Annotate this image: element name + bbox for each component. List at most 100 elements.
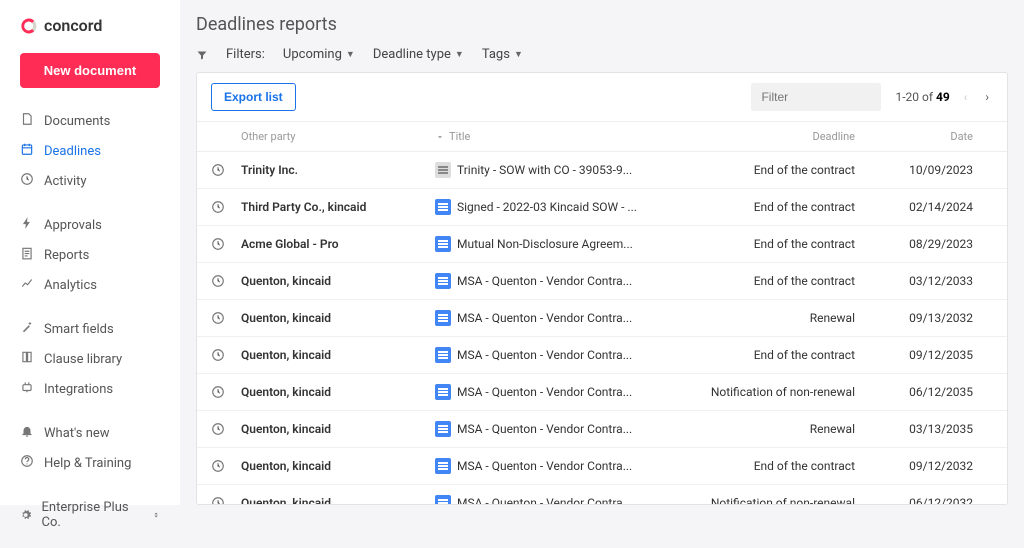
org-switcher[interactable]: Enterprise Plus Co.	[0, 492, 180, 538]
clock-icon	[20, 172, 34, 190]
filter-deadline-type[interactable]: Deadline type▼	[373, 47, 464, 62]
cell-date: 08/29/2023	[875, 237, 993, 251]
cell-deadline: End of the contract	[675, 237, 875, 251]
cell-deadline: End of the contract	[675, 274, 875, 288]
book-icon	[20, 350, 34, 368]
cell-deadline: End of the contract	[675, 200, 875, 214]
sidebar-item-label: What's new	[44, 426, 110, 441]
cell-deadline: End of the contract	[675, 459, 875, 473]
cell-title: Signed - 2022-03 Kincaid SOW - ...	[457, 200, 637, 214]
cell-date: 03/12/2033	[875, 274, 993, 288]
cell-title: Trinity - SOW with CO - 39053-9...	[457, 163, 632, 177]
report-icon	[20, 246, 34, 264]
chevron-down-icon	[435, 132, 445, 142]
filter-upcoming[interactable]: Upcoming▼	[283, 47, 355, 62]
document-icon	[435, 347, 451, 363]
cell-date: 09/12/2032	[875, 459, 993, 473]
cell-deadline: Notification of non-renewal	[675, 385, 875, 399]
cell-title: MSA - Quenton - Vendor Contra...	[457, 422, 632, 436]
cell-date: 06/12/2035	[875, 385, 993, 399]
cell-title: MSA - Quenton - Vendor Contra...	[457, 274, 632, 288]
sidebar-item-reports[interactable]: Reports	[0, 240, 180, 270]
sidebar-item-analytics[interactable]: Analytics	[0, 270, 180, 300]
cell-other-party: Quenton, kincaid	[241, 422, 435, 436]
document-icon	[435, 421, 451, 437]
cell-other-party: Trinity Inc.	[241, 163, 435, 177]
col-date[interactable]: Date	[875, 130, 993, 143]
cell-title: MSA - Quenton - Vendor Contra...	[457, 459, 632, 473]
cell-date: 09/12/2035	[875, 348, 993, 362]
sidebar-item-label: Clause library	[44, 352, 122, 367]
cell-other-party: Acme Global - Pro	[241, 237, 435, 251]
sidebar-item-label: Integrations	[44, 382, 113, 397]
sidebar-item-label: Smart fields	[44, 322, 114, 337]
filter-tags[interactable]: Tags▼	[482, 47, 523, 62]
sidebar-item-documents[interactable]: Documents	[0, 106, 180, 136]
sidebar-item-activity[interactable]: Activity	[0, 166, 180, 196]
filters-label: Filters:	[226, 47, 265, 62]
document-icon	[435, 199, 451, 215]
table-row[interactable]: Quenton, kincaid MSA - Quenton - Vendor …	[197, 374, 1007, 411]
sidebar-item-deadlines[interactable]: Deadlines	[0, 136, 180, 166]
cell-deadline: End of the contract	[675, 348, 875, 362]
chart-icon	[20, 276, 34, 294]
clock-icon	[211, 237, 241, 251]
sidebar-item-integrations[interactable]: Integrations	[0, 374, 180, 404]
sidebar-item-help-training[interactable]: Help & Training	[0, 448, 180, 478]
table-row[interactable]: Quenton, kincaid MSA - Quenton - Vendor …	[197, 411, 1007, 448]
pager-prev: ‹	[960, 88, 972, 106]
pager: 1-20 of 49 ‹ ›	[895, 88, 993, 106]
page-title: Deadlines reports	[196, 14, 1008, 35]
logo: concord	[0, 16, 180, 53]
table-row[interactable]: Quenton, kincaid MSA - Quenton - Vendor …	[197, 448, 1007, 485]
cell-date: 06/12/2032	[875, 496, 993, 504]
wand-icon	[20, 320, 34, 338]
bolt-icon	[20, 216, 34, 234]
filter-icon	[196, 49, 208, 61]
sidebar-item-clause-library[interactable]: Clause library	[0, 344, 180, 374]
table-row[interactable]: Third Party Co., kincaid Signed - 2022-0…	[197, 189, 1007, 226]
cell-date: 10/09/2023	[875, 163, 993, 177]
sidebar-item-label: Reports	[44, 248, 89, 263]
table-row[interactable]: Quenton, kincaid MSA - Quenton - Vendor …	[197, 485, 1007, 504]
col-title[interactable]: Title	[435, 130, 675, 143]
cell-title: MSA - Quenton - Vendor Contra...	[457, 311, 632, 325]
cell-other-party: Third Party Co., kincaid	[241, 200, 435, 214]
sidebar-item-what-s-new[interactable]: What's new	[0, 418, 180, 448]
plug-icon	[20, 380, 34, 398]
col-deadline[interactable]: Deadline	[675, 130, 875, 143]
cell-title: MSA - Quenton - Vendor Contra...	[457, 385, 632, 399]
clock-icon	[211, 274, 241, 288]
export-list-button[interactable]: Export list	[211, 83, 296, 111]
cell-title: MSA - Quenton - Vendor Contra...	[457, 496, 632, 504]
sidebar-item-smart-fields[interactable]: Smart fields	[0, 314, 180, 344]
cell-title: Mutual Non-Disclosure Agreem...	[457, 237, 633, 251]
clock-icon	[211, 459, 241, 473]
sidebar-item-approvals[interactable]: Approvals	[0, 210, 180, 240]
new-document-button[interactable]: New document	[20, 53, 160, 88]
cell-other-party: Quenton, kincaid	[241, 459, 435, 473]
table-row[interactable]: Quenton, kincaid MSA - Quenton - Vendor …	[197, 337, 1007, 374]
bell-icon	[20, 424, 34, 442]
filter-input[interactable]	[751, 83, 881, 111]
calendar-icon	[20, 142, 34, 160]
clock-icon	[211, 311, 241, 325]
clock-icon	[211, 348, 241, 362]
cell-other-party: Quenton, kincaid	[241, 348, 435, 362]
sidebar-item-label: Analytics	[44, 278, 97, 293]
cell-deadline: Notification of non-renewal	[675, 496, 875, 504]
sidebar-item-label: Help & Training	[44, 456, 131, 471]
clock-icon	[211, 422, 241, 436]
clock-icon	[211, 496, 241, 504]
table-row[interactable]: Trinity Inc. Trinity - SOW with CO - 390…	[197, 152, 1007, 189]
table-row[interactable]: Quenton, kincaid MSA - Quenton - Vendor …	[197, 300, 1007, 337]
cell-date: 09/13/2032	[875, 311, 993, 325]
table-row[interactable]: Acme Global - Pro Mutual Non-Disclosure …	[197, 226, 1007, 263]
document-icon	[435, 384, 451, 400]
brand-name: concord	[44, 16, 102, 35]
pager-next[interactable]: ›	[981, 88, 993, 106]
logo-icon	[20, 17, 38, 35]
document-icon	[435, 495, 451, 504]
table-row[interactable]: Quenton, kincaid MSA - Quenton - Vendor …	[197, 263, 1007, 300]
col-other-party[interactable]: Other party	[241, 130, 435, 143]
